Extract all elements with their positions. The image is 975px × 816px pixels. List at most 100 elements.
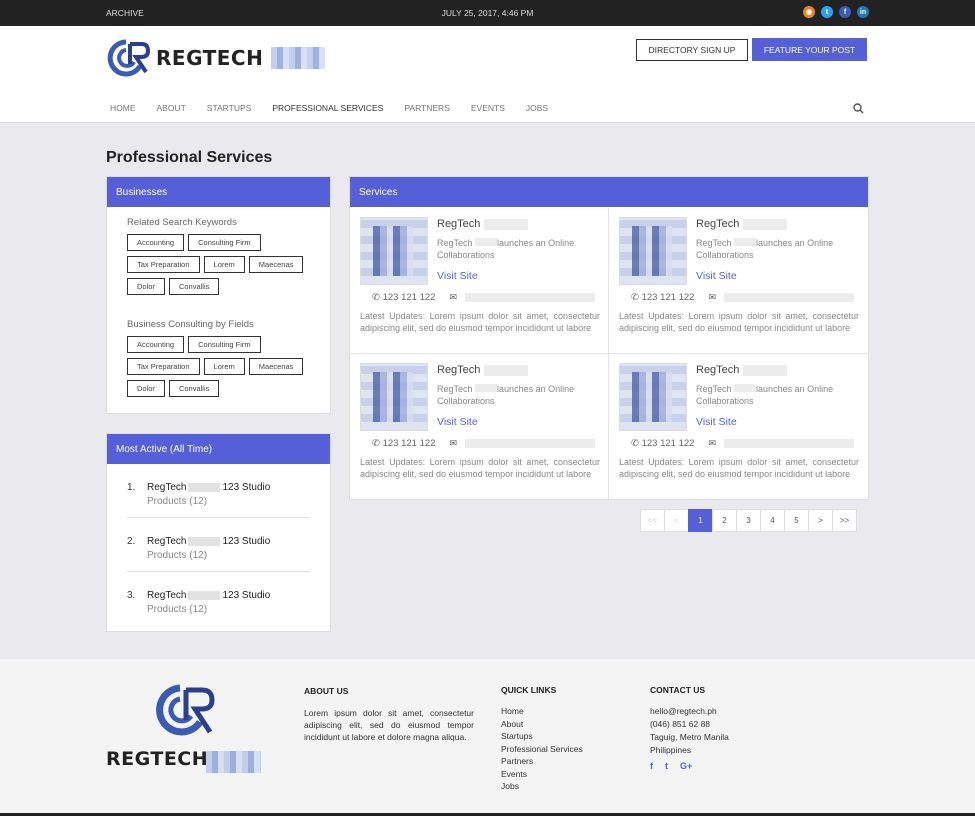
email-icon: ✉ <box>449 292 457 302</box>
tag-consulting-firm[interactable]: Consulting Firm <box>188 234 261 251</box>
businesses-panel: Businesses Related Search Keywords Accou… <box>106 176 331 414</box>
fields-heading: Business Consulting by Fields <box>127 319 254 330</box>
company-logo-blurred[interactable] <box>360 217 428 285</box>
tag-convallis[interactable]: Convallis <box>168 278 220 295</box>
site-logo[interactable]: REGTECH <box>106 38 326 78</box>
footer-logo[interactable]: REGTECH <box>106 682 266 782</box>
contact-email[interactable]: hello@regtech.ph <box>650 705 729 718</box>
company-name-suffix: 123 Studio <box>222 536 271 547</box>
tag-dolor[interactable]: Dolor <box>127 278 165 295</box>
service-card: RegTech RegTech launches an Online Colla… <box>609 354 868 500</box>
company-logo-blurred[interactable] <box>619 217 687 285</box>
visit-site-link[interactable]: Visit Site <box>696 416 737 428</box>
pagination: << < 1 2 3 4 5 > >> <box>640 509 857 532</box>
footer-link-jobs[interactable]: Jobs <box>501 780 583 793</box>
page-4[interactable]: 4 <box>760 509 785 532</box>
tag-lorem[interactable]: Lorem <box>203 358 245 375</box>
most-active-heading: Most Active (All Time) <box>107 434 330 464</box>
phone-icon: ✆ <box>631 438 642 449</box>
google-plus-icon[interactable]: G+ <box>680 760 692 773</box>
linkedin-icon[interactable]: in <box>857 6 869 18</box>
tag-accounting[interactable]: Accounting <box>127 336 185 353</box>
nav-about[interactable]: ABOUT <box>157 103 186 113</box>
latest-updates: Latest Updates: Lorem ipsum dolor sit am… <box>619 311 859 333</box>
visit-site-link[interactable]: Visit Site <box>437 270 478 282</box>
facebook-icon[interactable]: f <box>839 6 851 18</box>
most-active-panel: Most Active (All Time) 1. RegTech 123 Stu… <box>106 433 331 632</box>
brand-suffix-blurred <box>206 751 261 773</box>
footer-link-professional-services[interactable]: Professional Services <box>501 743 583 756</box>
page-first[interactable]: << <box>640 509 665 532</box>
latest-updates: Latest Updates: Lorem ipsum dolor sit am… <box>360 457 600 479</box>
card-title: RegTech <box>437 218 481 230</box>
footer-link-partners[interactable]: Partners <box>501 755 583 768</box>
company-logo-blurred[interactable] <box>360 363 428 431</box>
latest-updates: Latest Updates: Lorem ipsum dolor sit am… <box>619 457 859 479</box>
nav-home[interactable]: HOME <box>110 103 136 113</box>
tag-maecenas[interactable]: Maecenas <box>248 256 304 273</box>
tag-tax-preparation[interactable]: Tax Preparation <box>127 256 200 273</box>
facebook-icon[interactable]: f <box>650 760 653 773</box>
contact-address-1: Taguig, Metro Manila <box>650 732 729 742</box>
footer-link-about[interactable]: About <box>501 718 583 731</box>
twitter-icon[interactable]: t <box>665 760 668 773</box>
service-card: RegTech RegTech launches an Online Colla… <box>350 208 609 354</box>
tag-tax-preparation[interactable]: Tax Preparation <box>127 358 200 375</box>
nav-events[interactable]: EVENTS <box>471 103 505 113</box>
tag-accounting[interactable]: Accounting <box>127 234 185 251</box>
directory-signup-button[interactable]: DIRECTORY SIGN UP <box>636 39 748 61</box>
feature-post-button[interactable]: FEATURE YOUR POST <box>752 38 867 61</box>
page-2[interactable]: 2 <box>712 509 737 532</box>
nav-startups[interactable]: STARTUPS <box>207 103 252 113</box>
company-name: RegTech <box>147 536 187 547</box>
site-footer: REGTECH ABOUT US Lorem ipsum dolor sit a… <box>0 659 975 816</box>
nav-professional-services[interactable]: PROFESSIONAL SERVICES <box>272 103 383 113</box>
list-item[interactable]: 3. RegTech 123 Studio Products (12) <box>127 572 310 625</box>
footer-link-startups[interactable]: Startups <box>501 730 583 743</box>
card-description: RegTech launches an Online Collaboration… <box>437 238 575 260</box>
company-logo-blurred[interactable] <box>619 363 687 431</box>
card-title: RegTech <box>437 364 481 376</box>
phone-icon: ✆ <box>372 292 383 303</box>
tag-dolor[interactable]: Dolor <box>127 380 165 397</box>
main-nav: HOME ABOUT STARTUPS PROFESSIONAL SERVICE… <box>110 103 569 113</box>
page-5[interactable]: 5 <box>784 509 809 532</box>
top-bar: ARCHIVE JULY 25, 2017, 4:46 PM ◉ t f in <box>0 0 975 26</box>
email-icon: ✉ <box>708 438 716 448</box>
footer-quick-links: QUICK LINKS Home About Startups Professi… <box>501 685 583 793</box>
page-prev[interactable]: < <box>664 509 689 532</box>
page-3[interactable]: 3 <box>736 509 761 532</box>
page-last[interactable]: >> <box>832 509 857 532</box>
company-name: RegTech <box>147 590 187 601</box>
footer-link-events[interactable]: Events <box>501 768 583 781</box>
email-icon: ✉ <box>708 292 716 302</box>
rank-number: 1. <box>127 482 136 493</box>
nav-jobs[interactable]: JOBS <box>526 103 548 113</box>
tag-maecenas[interactable]: Maecenas <box>248 358 304 375</box>
footer-link-home[interactable]: Home <box>501 705 583 718</box>
twitter-icon[interactable]: t <box>821 6 833 18</box>
page-title: Professional Services <box>106 149 273 166</box>
list-item[interactable]: 1. RegTech 123 Studio Products (12) <box>127 464 310 518</box>
tag-lorem[interactable]: Lorem <box>203 256 245 273</box>
footer-social-links: f t G+ <box>650 760 729 773</box>
card-title: RegTech <box>696 218 740 230</box>
services-panel: Services RegTech RegTech launches an Onl… <box>349 176 869 500</box>
tag-consulting-firm[interactable]: Consulting Firm <box>188 336 261 353</box>
contact-phone: (046) 851 62 88 <box>650 719 711 729</box>
list-item[interactable]: 2. RegTech 123 Studio Products (12) <box>127 518 310 572</box>
page-next[interactable]: > <box>808 509 833 532</box>
card-description: RegTech launches an Online Collaboration… <box>696 384 834 406</box>
page-1[interactable]: 1 <box>688 509 713 532</box>
visit-site-link[interactable]: Visit Site <box>696 270 737 282</box>
search-icon[interactable] <box>853 103 864 114</box>
rss-icon[interactable]: ◉ <box>803 6 815 18</box>
nav-partners[interactable]: PARTNERS <box>404 103 450 113</box>
visit-site-link[interactable]: Visit Site <box>437 416 478 428</box>
related-keywords-heading: Related Search Keywords <box>127 217 237 228</box>
email-blurred <box>465 439 595 448</box>
footer-brand-name: REGTECH <box>106 748 209 770</box>
company-name-suffix: 123 Studio <box>222 590 271 601</box>
tag-convallis[interactable]: Convallis <box>168 380 220 397</box>
product-count: Products (12) <box>147 604 208 615</box>
